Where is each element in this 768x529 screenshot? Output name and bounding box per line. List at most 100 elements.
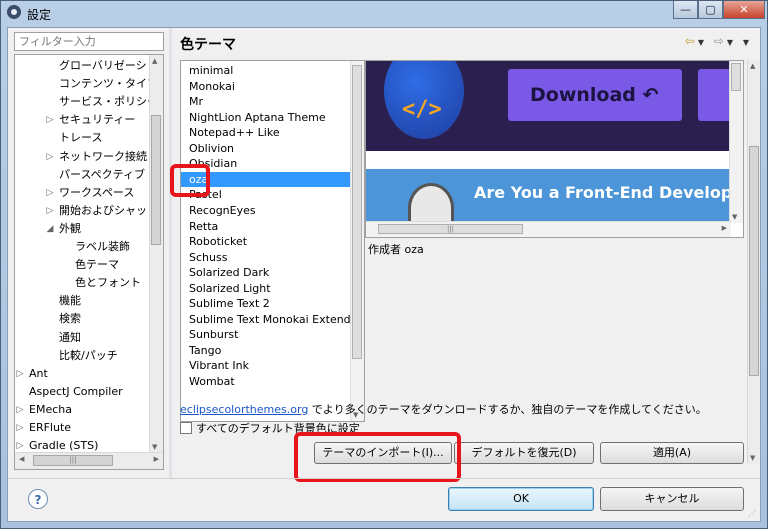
tree-item-label: ERFlute	[29, 421, 72, 434]
page-scrollbar[interactable]: ▲ ▼	[747, 60, 760, 464]
theme-list-item[interactable]: Sublime Text Monokai Extended	[181, 312, 364, 328]
tree-item-label: パースペクティブ	[59, 167, 146, 181]
collapsed-arrow-icon[interactable]: ▷	[45, 202, 55, 220]
forward-arrow-icon[interactable]: ⇨	[714, 34, 727, 48]
theme-list-item[interactable]: Vibrant Ink	[181, 358, 351, 374]
tree-horizontal-scrollbar[interactable]: ◀ ||| ▶	[15, 452, 163, 469]
theme-list-item[interactable]: RecognEyes	[181, 203, 351, 219]
theme-list-item[interactable]: Sunburst	[181, 327, 351, 343]
help-icon[interactable]: ?	[28, 489, 48, 509]
window-title: 設定	[27, 8, 52, 22]
restore-defaults-button[interactable]: デフォルトを復元(D)	[454, 442, 594, 464]
theme-list-item[interactable]: Roboticket	[181, 234, 351, 250]
title-bar[interactable]: 設定 — ▢ ✕	[1, 1, 767, 25]
import-highlight-annotation	[294, 432, 461, 482]
theme-list-item[interactable]: Schuss	[181, 250, 351, 266]
maximize-button[interactable]: ▢	[698, 1, 723, 19]
preference-tree[interactable]: ▷ Gradle (STS) ▷ ERFlute ▷ EMecha AspectJ Comp…	[14, 54, 164, 470]
download-graphic: Download ↶	[508, 69, 682, 121]
theme-list-item[interactable]: Tango	[181, 343, 351, 359]
resize-grip-icon[interactable]: ⋰	[748, 509, 758, 519]
scroll-up-icon[interactable]: ▲	[750, 62, 755, 70]
minimize-button[interactable]: —	[673, 1, 698, 19]
tree-item-label: 比較/パッチ	[59, 348, 118, 362]
view-menu-icon[interactable]: ▼	[743, 38, 752, 47]
tree-item-label: ラベル装飾	[75, 240, 130, 253]
preview-vertical-scrollbar[interactable]: ▼	[729, 61, 743, 223]
tree-item-label: Ant	[29, 366, 48, 380]
default-bg-checkbox[interactable]	[180, 422, 192, 434]
scroll-up-icon[interactable]: ▲	[152, 57, 157, 65]
preview-banner-download: </> Download ↶	[366, 61, 731, 151]
back-arrow-icon[interactable]: ⇦	[685, 34, 698, 48]
scroll-right-icon[interactable]: ▶	[722, 224, 727, 232]
theme-list-item[interactable]: Oblivion	[181, 141, 351, 157]
theme-list-item[interactable]: Sublime Text 2	[181, 296, 351, 312]
tree-item-label: グローバリゼーショ	[59, 59, 158, 72]
scroll-down-icon[interactable]: ▼	[152, 443, 157, 451]
theme-list-item[interactable]: Monokai	[181, 79, 351, 95]
theme-list-item[interactable]: Mr	[181, 94, 351, 110]
preview-banner-developer: Are You a Front-End Developer?	[366, 169, 731, 225]
ok-button[interactable]: OK	[448, 487, 594, 511]
tree-item-label: セキュリティー	[59, 113, 136, 127]
theme-author: 作成者 oza	[368, 243, 424, 256]
scroll-down-icon[interactable]: ▼	[732, 213, 737, 221]
close-button[interactable]: ✕	[723, 1, 765, 19]
preview-hscroll-thumb[interactable]: |||	[378, 224, 523, 234]
collapsed-arrow-icon[interactable]: ▷	[45, 184, 55, 202]
collapsed-arrow-icon[interactable]: ▷	[45, 111, 55, 129]
page-navigation: ⇦▼ ⇨▼ ▼	[685, 34, 752, 48]
theme-list-item[interactable]: Solarized Dark	[181, 265, 351, 281]
theme-list-scroll-thumb[interactable]	[352, 65, 362, 359]
tree-item-label: サービス・ポリシー	[59, 95, 158, 109]
code-icon: </>	[402, 97, 442, 122]
theme-list-item[interactable]: minimal	[181, 63, 351, 79]
eclipse-icon	[7, 5, 21, 19]
collapsed-arrow-icon[interactable]: ▷	[45, 148, 55, 166]
tree-item-label: ネットワーク接続	[59, 149, 147, 163]
scroll-right-icon[interactable]: ▶	[154, 455, 159, 463]
scroll-left-icon[interactable]: ◀	[19, 455, 24, 463]
eclipsecolorthemes-link[interactable]: eclipsecolorthemes.org	[180, 403, 308, 416]
pane-sash[interactable]	[169, 28, 172, 478]
tree-item-label: ワークスペース	[59, 185, 135, 199]
tree-item-label: 機能	[59, 294, 81, 308]
preview-horizontal-scrollbar[interactable]: ||| ▶	[366, 221, 731, 237]
forward-menu-icon[interactable]: ▼	[727, 38, 736, 47]
preview-vscroll-thumb[interactable]	[731, 63, 741, 91]
tree-vertical-scrollbar[interactable]: ▲ ▼	[149, 55, 163, 453]
theme-list-item[interactable]: NightLion Aptana Theme	[181, 110, 351, 126]
tree-scroll-thumb[interactable]	[151, 115, 161, 245]
apply-button[interactable]: 適用(A)	[600, 442, 744, 464]
dialog-client: ▷Gradle (STS)▷ERFlute▷EMechaAspectJ Comp…	[7, 27, 761, 522]
collapsed-arrow-icon[interactable]: ▷	[15, 401, 25, 419]
filter-input[interactable]	[14, 32, 164, 51]
collapsed-arrow-icon[interactable]: ▷	[15, 365, 25, 383]
button-bar-separator	[8, 478, 760, 479]
tree-item-label: AspectJ Compiler	[29, 384, 123, 398]
back-menu-icon[interactable]: ▼	[698, 38, 707, 47]
theme-list[interactable]: Wombat Vibrant Ink Tango Sunburst Sublime Te…	[180, 60, 365, 422]
theme-list-scrollbar[interactable]: ▼	[350, 61, 364, 421]
theme-list-item[interactable]: Notepad++ Like	[181, 125, 351, 141]
oza-highlight-annotation	[170, 164, 210, 197]
download-graphic-secondary	[698, 69, 731, 121]
expanded-arrow-icon[interactable]: ◢	[45, 220, 55, 238]
theme-list-item[interactable]: Wombat	[181, 374, 351, 390]
tree-item-label: トレース	[59, 131, 103, 145]
curved-arrow-icon: ↶	[642, 84, 659, 106]
theme-list-item[interactable]: Solarized Light	[181, 281, 351, 297]
theme-list-item[interactable]: Retta	[181, 219, 351, 235]
tree-hscroll-thumb[interactable]: |||	[33, 455, 113, 466]
info-text: でより多くのテーマをダウンロードするか、独自のテーマを作成してください。	[308, 403, 707, 416]
scroll-down-icon[interactable]: ▼	[750, 454, 755, 462]
tree-item-label: 外観	[59, 221, 81, 235]
page-title: 色テーマ	[180, 37, 236, 53]
cancel-button[interactable]: キャンセル	[600, 487, 744, 511]
page-scroll-thumb[interactable]	[749, 146, 759, 376]
collapsed-arrow-icon[interactable]: ▷	[15, 419, 25, 437]
tree-item-label: EMecha	[29, 402, 72, 416]
tree-item-label: コンテンツ・タイプ	[59, 77, 158, 91]
tree-item-label: 色とフォント	[75, 276, 141, 290]
